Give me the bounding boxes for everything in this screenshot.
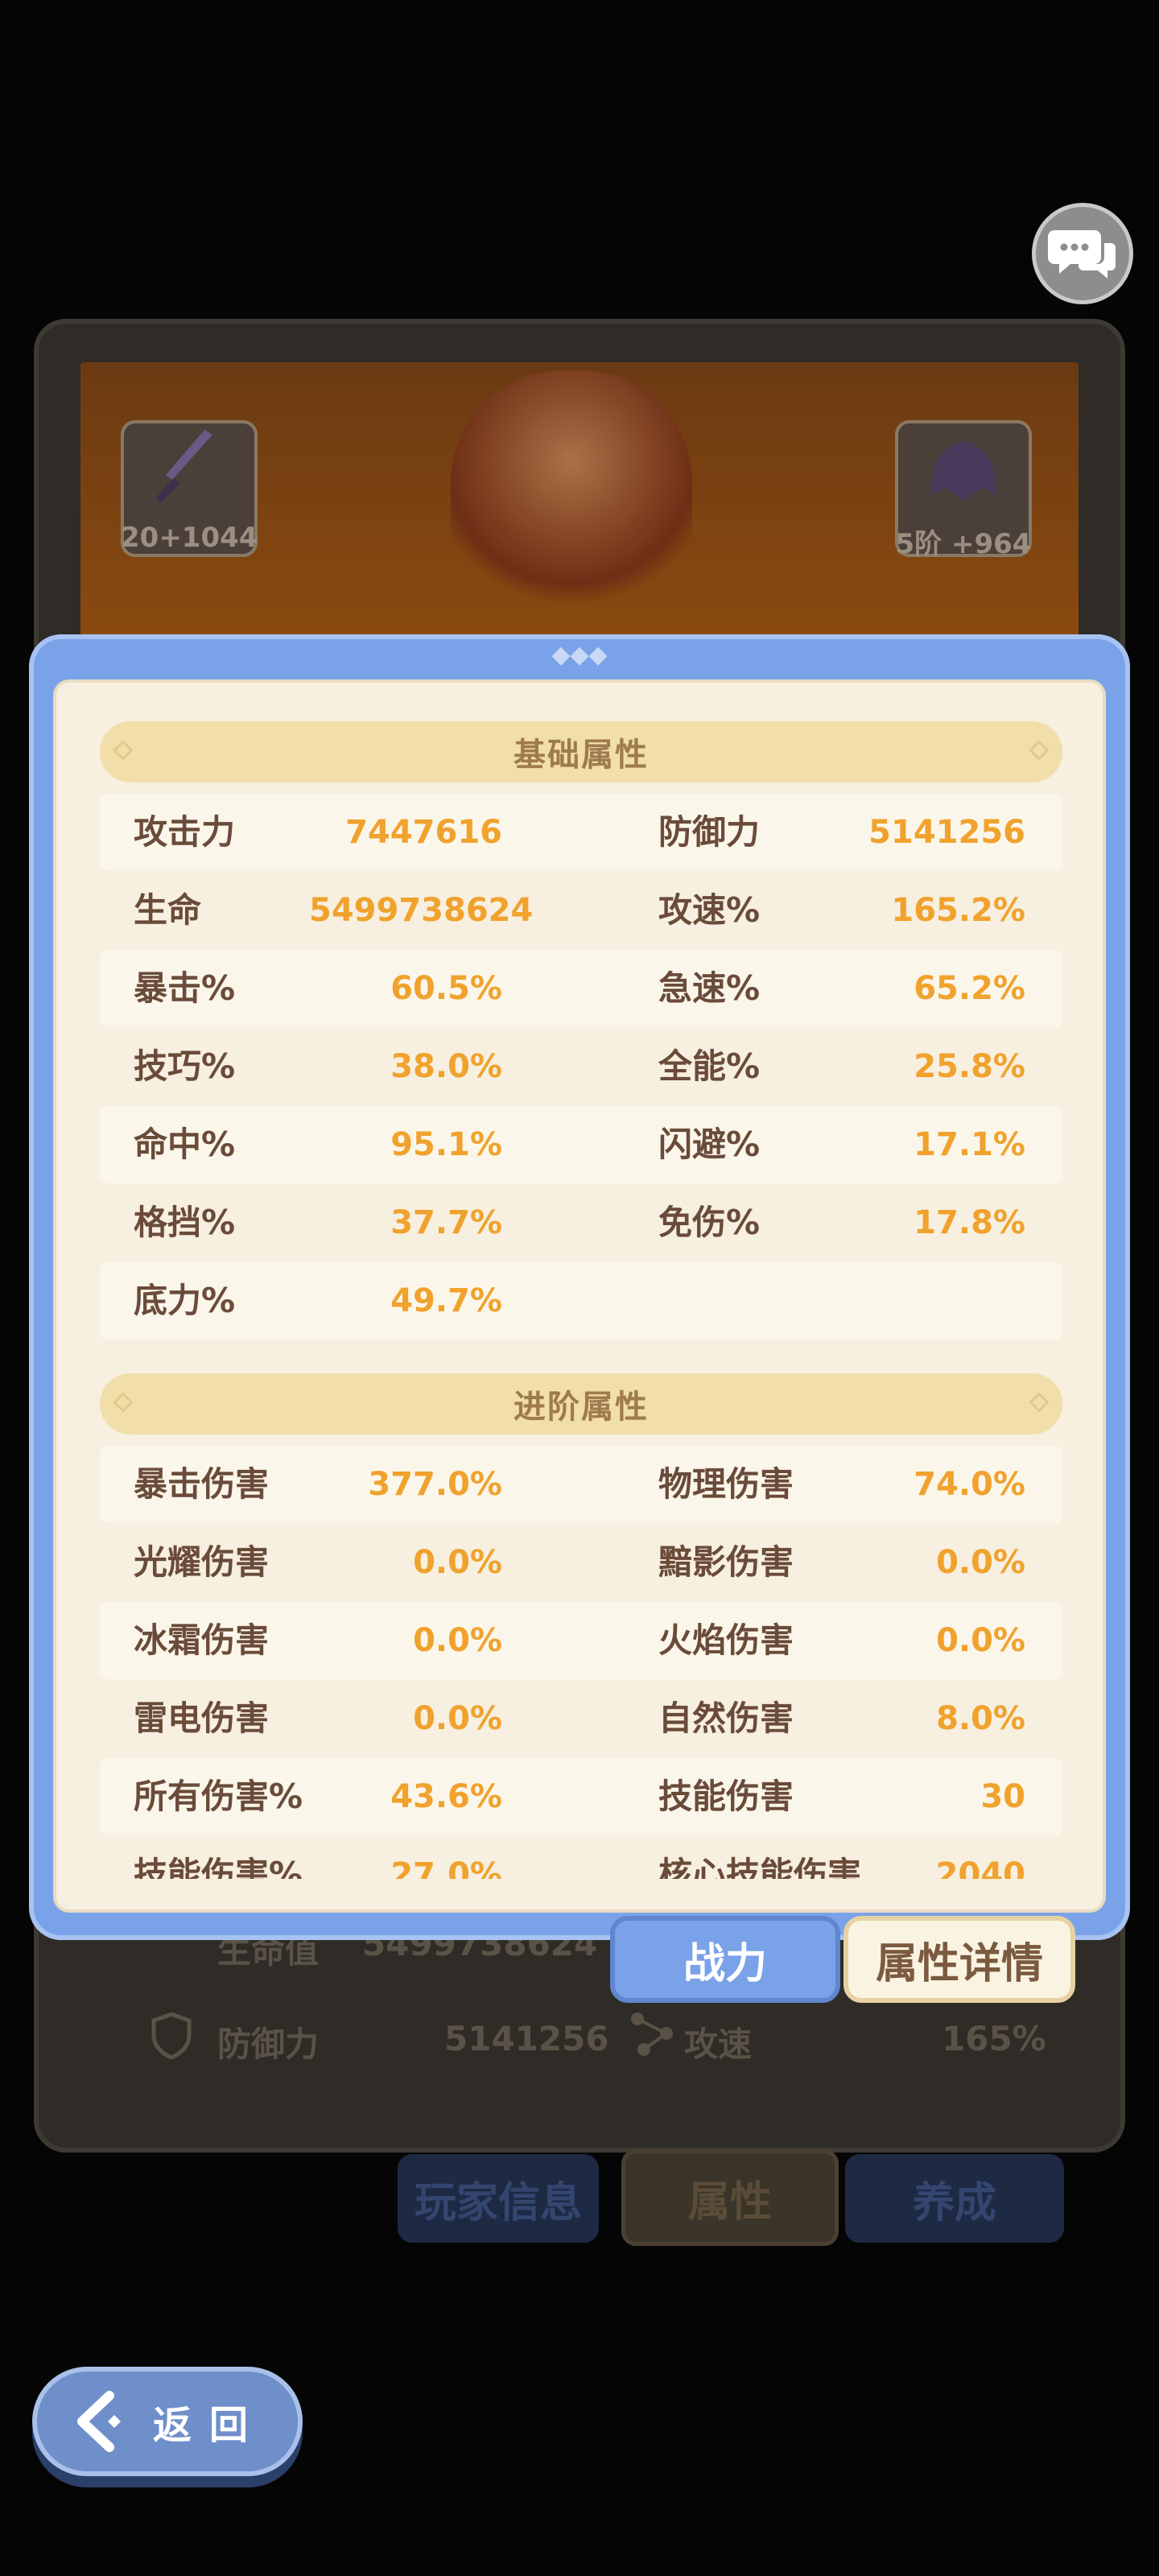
stat-value: 49.7% [390, 1282, 502, 1319]
stat-label: 命中% [134, 1125, 236, 1164]
attribute-scroll-area[interactable]: 基础属性 攻击力 7447616 防御力 5141256 生命 54997386… [56, 683, 1103, 1879]
modal-ornament: ◆◆◆ [551, 641, 608, 669]
stat-value: 5141256 [868, 814, 1025, 851]
stat-row: 雷电伤害 0.0% 自然伤害 8.0% [100, 1680, 1062, 1757]
character-portrait [451, 370, 692, 628]
tab-player-info[interactable]: 玩家信息 [398, 2154, 599, 2243]
stat-label: 攻速% [658, 890, 761, 930]
stat-row: 格挡% 37.7% 免伤% 17.8% [100, 1184, 1062, 1261]
stat-label: 光耀伤害 [134, 1542, 270, 1582]
helmet-icon [930, 441, 996, 501]
attack-speed-icon [628, 2009, 676, 2058]
back-label: 返回 [153, 2403, 266, 2448]
bg-def-value: 5141256 [444, 2019, 609, 2058]
back-button[interactable]: 返回 [32, 2367, 303, 2476]
stat-row: 暴击% 60.5% 急速% 65.2% [100, 950, 1062, 1027]
stat-value: 0.0% [413, 1622, 502, 1659]
stat-value: 17.1% [914, 1126, 1025, 1163]
back-arrow-icon [77, 2391, 121, 2452]
stat-label: 黯影伤害 [658, 1542, 794, 1582]
armor-level: 5阶 +964 [895, 528, 1032, 560]
stat-label: 全能% [658, 1046, 761, 1086]
bg-aspd-label: 攻速 [684, 2025, 753, 2064]
stat-label: 暴击% [134, 968, 236, 1008]
tab-attributes[interactable]: 属性 [621, 2149, 839, 2246]
diamond-icon [1029, 740, 1050, 761]
stat-label: 技能伤害 [658, 1777, 794, 1816]
stat-row: 光耀伤害 0.0% 黯影伤害 0.0% [100, 1524, 1062, 1601]
stat-value: 27.0% [390, 1856, 502, 1879]
tab-combat-power[interactable]: 战力 [610, 1916, 840, 2003]
stat-value: 25.8% [914, 1048, 1025, 1085]
stat-label: 生命 [134, 890, 202, 930]
stat-value: 17.8% [914, 1204, 1025, 1241]
section-header-advanced: 进阶属性 [100, 1373, 1062, 1435]
stat-label: 技能伤害% [134, 1855, 303, 1879]
diamond-icon [113, 1392, 134, 1413]
stat-value: 0.0% [936, 1544, 1025, 1581]
stat-label: 格挡% [134, 1203, 236, 1242]
stat-row: 暴击伤害 377.0% 物理伤害 74.0% [100, 1446, 1062, 1523]
stat-value: 0.0% [413, 1700, 502, 1737]
stat-label: 冰霜伤害 [134, 1620, 270, 1660]
section-header-basic: 基础属性 [100, 721, 1062, 782]
stat-value: 43.6% [390, 1778, 502, 1815]
stat-value: 60.5% [390, 970, 502, 1007]
stat-row: 底力% 49.7% [100, 1262, 1062, 1340]
stat-value: 38.0% [390, 1048, 502, 1085]
diamond-icon [1029, 1392, 1050, 1413]
stat-label: 攻击力 [134, 812, 236, 852]
stat-value: 0.0% [936, 1622, 1025, 1659]
stat-label: 自然伤害 [658, 1699, 794, 1738]
tab-attribute-details[interactable]: 属性详情 [843, 1916, 1075, 2003]
stat-label: 雷电伤害 [134, 1699, 270, 1738]
stat-value: 2040 [935, 1856, 1025, 1879]
tab-growth[interactable]: 养成 [845, 2154, 1064, 2243]
stat-value: 30 [980, 1778, 1025, 1815]
stat-value: 5499738624 [309, 892, 534, 929]
stat-value: 377.0% [368, 1466, 502, 1503]
attribute-list[interactable]: 基础属性 攻击力 7447616 防御力 5141256 生命 54997386… [53, 679, 1106, 1913]
weapon-level: 20+1044 [121, 522, 258, 554]
stat-label: 闪避% [658, 1125, 761, 1164]
stat-value: 7447616 [345, 814, 502, 851]
stat-value: 37.7% [390, 1204, 502, 1241]
stat-value: 65.2% [914, 970, 1025, 1007]
stat-row: 命中% 95.1% 闪避% 17.1% [100, 1106, 1062, 1183]
stat-value: 0.0% [413, 1544, 502, 1581]
stat-row: 攻击力 7447616 防御力 5141256 [100, 794, 1062, 871]
chat-icon [1048, 230, 1116, 279]
bg-aspd-value: 165% [942, 2019, 1046, 2058]
stat-row: 技巧% 38.0% 全能% 25.8% [100, 1028, 1062, 1105]
shield-icon [151, 2012, 192, 2060]
stat-label: 免伤% [658, 1203, 761, 1242]
sword-icon [156, 430, 212, 502]
section-title: 基础属性 [514, 737, 649, 774]
stat-label: 技巧% [134, 1046, 236, 1086]
stat-value: 74.0% [914, 1466, 1025, 1503]
stat-label: 底力% [134, 1281, 236, 1320]
stat-label: 急速% [658, 968, 761, 1008]
chat-button[interactable] [1032, 203, 1133, 304]
stat-label: 防御力 [658, 812, 761, 852]
stat-row: 冰霜伤害 0.0% 火焰伤害 0.0% [100, 1602, 1062, 1679]
stat-label: 暴击伤害 [134, 1464, 270, 1504]
stat-row: 生命 5499738624 攻速% 165.2% [100, 872, 1062, 949]
stat-row: 所有伤害% 43.6% 技能伤害 30 [100, 1758, 1062, 1835]
stat-row: 技能伤害% 27.0% 核心技能伤害 2040 [100, 1836, 1062, 1879]
section-title: 进阶属性 [514, 1389, 649, 1426]
stat-value: 8.0% [936, 1700, 1025, 1737]
stat-value: 165.2% [891, 892, 1025, 929]
stat-label: 所有伤害% [134, 1777, 303, 1816]
stat-label: 火焰伤害 [658, 1620, 794, 1660]
stat-label: 物理伤害 [658, 1464, 794, 1504]
stat-value: 95.1% [390, 1126, 502, 1163]
diamond-icon [113, 740, 134, 761]
bg-def-label: 防御力 [217, 2025, 320, 2064]
